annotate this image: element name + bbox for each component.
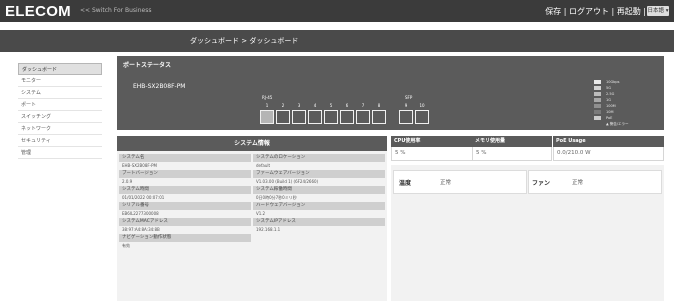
temperature-value: 正常 — [440, 180, 452, 186]
port-number-label: 10 — [419, 103, 425, 108]
port-6-status[interactable] — [340, 110, 354, 124]
fan-label: ファン — [532, 180, 551, 187]
legend-label: 5G — [606, 86, 611, 90]
port-3-status[interactable] — [292, 110, 306, 124]
system-info-label: ハードウェアバージョン — [253, 202, 385, 210]
port-number-label: 2 — [281, 103, 285, 108]
legend-label: 1G — [606, 98, 611, 102]
system-info-value: 2.0.9 — [122, 179, 133, 184]
port-number-label: 5 — [329, 103, 333, 108]
legend-item: ▲ 警告/エラー — [594, 121, 628, 127]
cpu-usage-card: CPU使用率 5 % — [391, 136, 475, 161]
legend-swatch — [594, 104, 601, 108]
system-info-panel: システム情報 システム名 EHB-SX2B08F-PM システムのロケーション def… — [117, 136, 387, 301]
system-info-label: ナビゲーション動作状態 — [119, 234, 251, 242]
fan-status: ファン 正常 — [528, 170, 662, 194]
system-info-label: システム名 — [119, 154, 251, 162]
sfp-group-label: SFP — [405, 95, 413, 100]
system-info-value: V1.03.00 (Build 1) (6F24/2660) — [256, 179, 319, 184]
hardware-status-panel: 温度 正常 ファン 正常 — [391, 165, 664, 301]
sidebar-nav: ダッシュボード モニター システム ポート スイッチング ネットワーク セキュリ… — [18, 63, 102, 159]
system-info-value: V1.2 — [256, 211, 266, 216]
port-status-title: ポートステータス — [123, 62, 172, 69]
system-info-value: 192.168.1.1 — [256, 227, 281, 232]
breadcrumb[interactable]: ダッシュボード > ダッシュボード — [190, 36, 298, 46]
port-7-status[interactable] — [356, 110, 370, 124]
rj45-group-label: RJ-45 — [262, 95, 273, 100]
cpu-usage-value: 5 % — [391, 147, 475, 161]
fan-value: 正常 — [572, 180, 584, 186]
legend-swatch — [594, 92, 601, 96]
system-info-value: 0日0時0分7秒0ミリ秒 — [256, 195, 297, 200]
temperature-label: 温度 — [399, 180, 412, 187]
legend-label: 10M — [606, 110, 614, 114]
temperature-status: 温度 正常 — [393, 170, 527, 194]
sidebar-item-switching[interactable]: スイッチング — [18, 111, 102, 123]
legend-label: PoE — [606, 116, 613, 120]
port-number-label: 8 — [377, 103, 381, 108]
sidebar-item-security[interactable]: セキュリティ — [18, 135, 102, 147]
system-info-label: システムIPアドレス — [253, 218, 385, 226]
legend-swatch — [594, 86, 601, 90]
poe-usage-title: PoE Usage — [553, 136, 664, 147]
legend-label: 10Gbps — [606, 80, 620, 84]
port-number-label: 9 — [404, 103, 408, 108]
memory-usage-value: 5 % — [472, 147, 552, 161]
port-number-label: 3 — [297, 103, 301, 108]
elecom-logo[interactable]: ELECOM — [5, 3, 71, 20]
port-4-status[interactable] — [308, 110, 322, 124]
sidebar-item-dashboard[interactable]: ダッシュボード — [18, 63, 102, 75]
device-model-name: EHB-SX2B08F-PM — [133, 83, 186, 90]
port-number-label: 4 — [313, 103, 317, 108]
legend-swatch — [594, 116, 601, 120]
port-legend: 10Gbps 5G 2.5G 1G 100M 10M PoE ▲ 警告/エラー — [594, 79, 628, 127]
port-2-status[interactable] — [276, 110, 290, 124]
port-1-status[interactable] — [260, 110, 274, 124]
system-info-value: 01/01/2022 00:07:01 — [122, 195, 165, 200]
port-number-label: 6 — [345, 103, 349, 108]
sidebar-item-system[interactable]: システム — [18, 87, 102, 99]
system-info-label: シリアル番号 — [119, 202, 251, 210]
port-number-label: 7 — [361, 103, 365, 108]
sidebar-item-network[interactable]: ネットワーク — [18, 123, 102, 135]
language-select[interactable]: 日本語 ▾ — [647, 6, 669, 16]
legend-label: 2.5G — [606, 92, 615, 96]
top-header: ELECOM << Switch For Business 保存 | ログアウト… — [0, 0, 674, 22]
system-info-value: EHB-SX2B08F-PM — [122, 163, 157, 168]
legend-swatch — [594, 122, 601, 126]
sidebar-item-management[interactable]: 管理 — [18, 147, 102, 159]
system-info-value: EB6IL2277300008 — [122, 211, 159, 216]
system-info-label: システムMACアドレス — [119, 218, 251, 226]
system-info-label: システム時間 — [119, 186, 251, 194]
port-status-panel: ポートステータス EHB-SX2B08F-PM RJ-45 SFP 1 2 3 4 5 6… — [117, 56, 664, 130]
product-subtitle: << Switch For Business — [80, 7, 152, 14]
system-info-label: ブートバージョン — [119, 170, 251, 178]
system-info-value: 38:97:A4:8A:34:8B — [122, 227, 160, 232]
system-info-value: 有効 — [122, 243, 130, 248]
legend-label: 100M — [606, 104, 616, 108]
cpu-usage-title: CPU使用率 — [391, 136, 475, 147]
poe-usage-card: PoE Usage 0.0/210.0 W — [553, 136, 664, 161]
sidebar-item-monitor[interactable]: モニター — [18, 75, 102, 87]
port-number-label: 1 — [265, 103, 269, 108]
memory-usage-title: メモリ使用量 — [472, 136, 552, 147]
sidebar-item-port[interactable]: ポート — [18, 99, 102, 111]
port-10-status[interactable] — [415, 110, 429, 124]
legend-swatch — [594, 98, 601, 102]
system-info-label: システム稼働時間 — [253, 186, 385, 194]
port-9-status[interactable] — [399, 110, 413, 124]
system-info-title: システム情報 — [117, 136, 387, 151]
system-info-value: default — [256, 163, 271, 168]
legend-label: ▲ 警告/エラー — [606, 121, 629, 126]
system-info-label: ファームウェアバージョン — [253, 170, 385, 178]
poe-usage-value: 0.0/210.0 W — [553, 147, 664, 161]
memory-usage-card: メモリ使用量 5 % — [472, 136, 552, 161]
system-info-label: システムのロケーション — [253, 154, 385, 162]
port-8-status[interactable] — [372, 110, 386, 124]
legend-swatch — [594, 110, 601, 114]
header-action-links[interactable]: 保存 | ログアウト | 再起動 | — [545, 6, 646, 17]
legend-swatch — [594, 80, 601, 84]
port-5-status[interactable] — [324, 110, 338, 124]
breadcrumb-bar: ダッシュボード > ダッシュボード — [0, 30, 674, 52]
